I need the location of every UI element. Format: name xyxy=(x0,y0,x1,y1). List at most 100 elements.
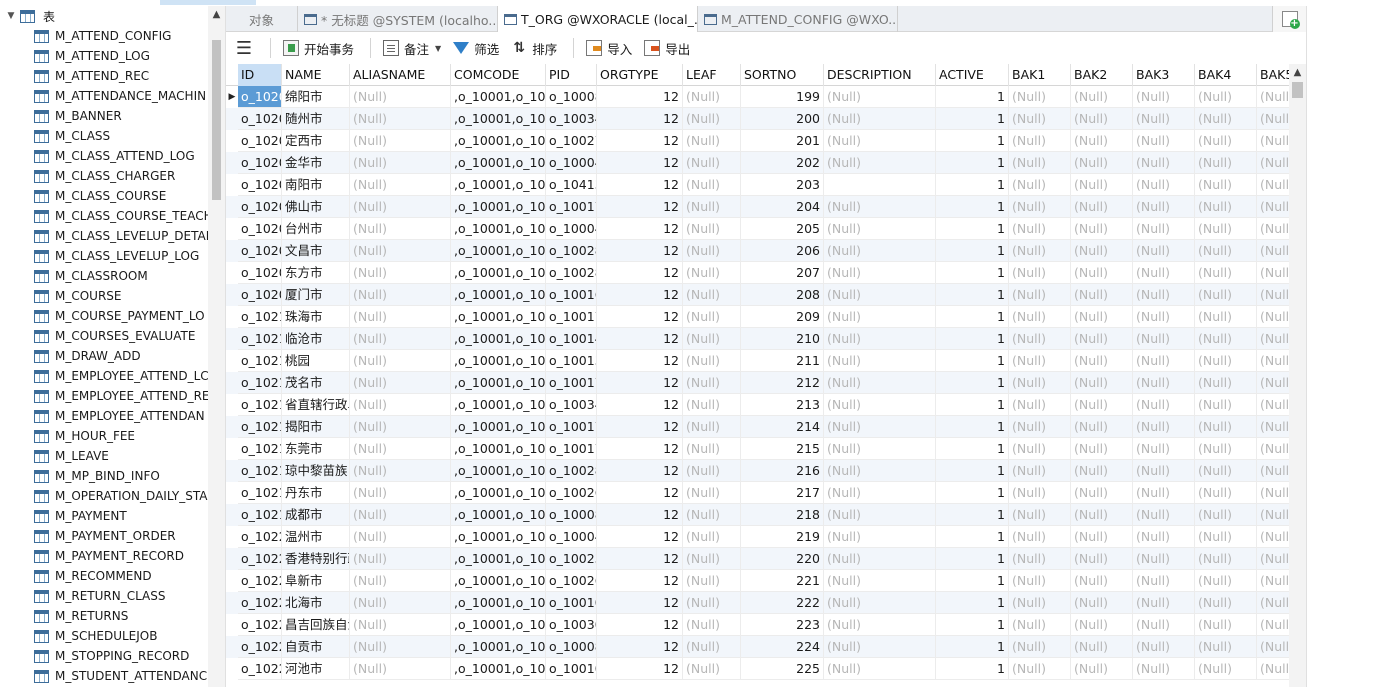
table-cell[interactable]: (Null) xyxy=(1195,108,1257,130)
table-row[interactable]: o_1020东方市(Null),o_10001,o_1002o_1002812(… xyxy=(226,262,1306,284)
table-cell[interactable]: (Null) xyxy=(1133,86,1195,108)
table-row[interactable]: o_1021东莞市(Null),o_10001,o_1001o_1001712(… xyxy=(226,438,1306,460)
table-cell[interactable]: 218 xyxy=(741,504,824,526)
table-cell[interactable]: (Null) xyxy=(350,306,451,328)
table-cell[interactable]: (Null) xyxy=(350,570,451,592)
table-cell[interactable]: (Null) xyxy=(824,152,936,174)
table-cell[interactable]: (Null) xyxy=(1071,460,1133,482)
table-cell[interactable]: 221 xyxy=(741,570,824,592)
table-cell[interactable]: ,o_10001,o_1000 xyxy=(451,218,546,240)
table-cell[interactable]: 207 xyxy=(741,262,824,284)
tree-item-table[interactable]: M_PAYMENT xyxy=(0,506,208,526)
table-cell[interactable]: o_1022 xyxy=(238,658,282,680)
table-cell[interactable]: o_10030 xyxy=(546,614,597,636)
table-cell[interactable]: 203 xyxy=(741,174,824,196)
table-cell[interactable]: (Null) xyxy=(1071,262,1133,284)
table-cell[interactable]: 东方市 xyxy=(282,262,350,284)
table-cell[interactable]: (Null) xyxy=(683,460,741,482)
table-cell[interactable]: (Null) xyxy=(350,658,451,680)
table-cell[interactable]: o_1021 xyxy=(238,328,282,350)
table-cell[interactable]: o_10008 xyxy=(546,504,597,526)
table-cell[interactable]: (Null) xyxy=(1009,614,1071,636)
tree-item-table[interactable]: M_EMPLOYEE_ATTEND_LC xyxy=(0,366,208,386)
table-cell[interactable]: 208 xyxy=(741,284,824,306)
table-cell[interactable]: (Null) xyxy=(683,328,741,350)
note-button[interactable]: 备注 ▼ xyxy=(379,35,445,61)
table-cell[interactable]: (Null) xyxy=(683,196,741,218)
table-cell[interactable]: 1 xyxy=(936,262,1009,284)
table-cell[interactable]: (Null) xyxy=(683,218,741,240)
table-cell[interactable]: 12 xyxy=(597,394,683,416)
table-cell[interactable]: o_1020 xyxy=(238,174,282,196)
tree-item-table[interactable]: M_OPERATION_DAILY_STA xyxy=(0,486,208,506)
table-cell[interactable]: (Null) xyxy=(1009,394,1071,416)
collapse-chevron-icon[interactable]: ▼ xyxy=(4,11,18,21)
table-cell[interactable]: 1 xyxy=(936,460,1009,482)
table-cell[interactable]: (Null) xyxy=(1009,130,1071,152)
table-cell[interactable]: (Null) xyxy=(1071,394,1133,416)
table-cell[interactable]: ,o_10001,o_1003 xyxy=(451,108,546,130)
tab-untitled-query[interactable]: * 无标题 @SYSTEM (localho... xyxy=(298,6,498,32)
table-cell[interactable]: ,o_10001,o_1000 xyxy=(451,526,546,548)
table-cell[interactable]: o_10016 xyxy=(546,284,597,306)
table-cell[interactable]: o_10034 xyxy=(546,108,597,130)
table-cell[interactable]: o_10413 xyxy=(546,174,597,196)
table-row[interactable]: o_1020文昌市(Null),o_10001,o_1002o_1002812(… xyxy=(226,240,1306,262)
table-cell[interactable]: 1 xyxy=(936,548,1009,570)
table-row[interactable]: ▶o_1020绵阳市(Null),o_10001,o_1000o_1000812… xyxy=(226,86,1306,108)
table-cell[interactable]: ,o_10001,o_1001 xyxy=(451,306,546,328)
table-cell[interactable]: (Null) xyxy=(1195,350,1257,372)
table-cell[interactable]: 223 xyxy=(741,614,824,636)
table-cell[interactable]: (Null) xyxy=(1133,548,1195,570)
table-cell[interactable]: (Null) xyxy=(1195,240,1257,262)
tree-item-table[interactable]: M_ATTENDANCE_MACHIN xyxy=(0,86,208,106)
table-cell[interactable]: 珠海市 xyxy=(282,306,350,328)
tree-item-table[interactable]: M_LEAVE xyxy=(0,446,208,466)
table-row[interactable]: o_1022昌吉回族自治(Null),o_10001,o_1003o_10030… xyxy=(226,614,1306,636)
table-cell[interactable]: (Null) xyxy=(683,504,741,526)
column-header[interactable]: ALIASNAME xyxy=(350,64,451,86)
table-cell[interactable]: (Null) xyxy=(1009,108,1071,130)
table-row[interactable]: o_1020佛山市(Null),o_10001,o_1001o_1001712(… xyxy=(226,196,1306,218)
table-cell[interactable]: o_10017 xyxy=(546,196,597,218)
table-cell[interactable]: (Null) xyxy=(683,438,741,460)
table-cell[interactable]: 12 xyxy=(597,284,683,306)
table-cell[interactable]: 12 xyxy=(597,130,683,152)
table-cell[interactable]: o_10028 xyxy=(546,262,597,284)
table-cell[interactable]: o_1020 xyxy=(238,284,282,306)
table-cell[interactable]: 12 xyxy=(597,460,683,482)
tree-item-table[interactable]: M_HOUR_FEE xyxy=(0,426,208,446)
tree-item-table[interactable]: M_MP_BIND_INFO xyxy=(0,466,208,486)
table-cell[interactable]: o_10010 xyxy=(546,592,597,614)
column-header[interactable]: PID xyxy=(546,64,597,86)
table-cell[interactable]: 212 xyxy=(741,372,824,394)
tree-item-table[interactable]: M_SCHEDULEJOB xyxy=(0,626,208,646)
table-cell[interactable]: (Null) xyxy=(683,614,741,636)
table-cell[interactable]: (Null) xyxy=(1195,306,1257,328)
table-cell[interactable]: 1 xyxy=(936,284,1009,306)
table-cell[interactable]: 丹东市 xyxy=(282,482,350,504)
table-cell[interactable]: (Null) xyxy=(824,592,936,614)
table-cell[interactable]: (Null) xyxy=(1133,152,1195,174)
column-header[interactable]: COMCODE xyxy=(451,64,546,86)
table-cell[interactable]: (Null) xyxy=(1133,372,1195,394)
table-cell[interactable]: 12 xyxy=(597,218,683,240)
table-cell[interactable]: (Null) xyxy=(1133,108,1195,130)
column-header[interactable]: DESCRIPTION xyxy=(824,64,936,86)
table-cell[interactable]: ,o_10001,o_1041 xyxy=(451,174,546,196)
table-cell[interactable]: 1 xyxy=(936,152,1009,174)
table-cell[interactable]: ,o_10001,o_1001 xyxy=(451,658,546,680)
table-cell[interactable]: (Null) xyxy=(1071,548,1133,570)
table-cell[interactable]: (Null) xyxy=(1071,174,1133,196)
table-cell[interactable]: (Null) xyxy=(1133,174,1195,196)
table-cell[interactable]: (Null) xyxy=(1009,504,1071,526)
table-cell[interactable]: o_10014 xyxy=(546,328,597,350)
table-cell[interactable]: (Null) xyxy=(350,416,451,438)
table-cell[interactable]: (Null) xyxy=(683,394,741,416)
table-cell[interactable]: o_1020 xyxy=(238,262,282,284)
table-cell[interactable]: ,o_10001,o_1000 xyxy=(451,86,546,108)
table-cell[interactable]: (Null) xyxy=(1071,218,1133,240)
table-cell[interactable]: (Null) xyxy=(1195,636,1257,658)
table-cell[interactable]: (Null) xyxy=(1195,438,1257,460)
column-header[interactable]: NAME xyxy=(282,64,350,86)
